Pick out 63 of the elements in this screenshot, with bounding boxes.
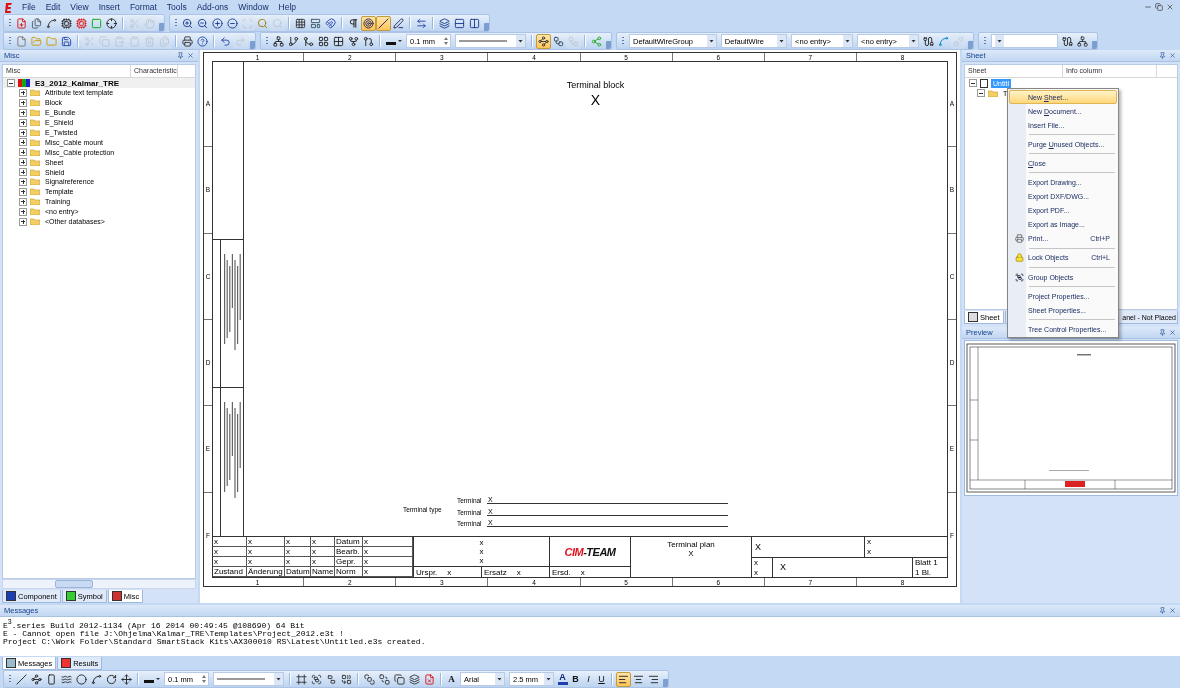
- menu-item[interactable]: Insert: [94, 1, 124, 13]
- title-block-cell: x: [247, 557, 285, 567]
- title-block-text: x: [479, 547, 484, 556]
- text-style-button[interactable]: B: [569, 671, 582, 687]
- title-block-cell: Zustand: [213, 567, 247, 577]
- menu-item[interactable]: File: [18, 1, 40, 13]
- menu-item[interactable]: Help: [274, 1, 301, 13]
- title-block-cell: x: [311, 537, 335, 547]
- sheet-number-label: Blatt 1: [915, 557, 939, 567]
- title-block-text: x: [479, 538, 484, 547]
- title-block-value: X: [779, 562, 786, 573]
- title-block-text: x: [754, 567, 759, 577]
- title-block-text: x: [754, 557, 759, 567]
- title-block-cell: x: [363, 567, 413, 577]
- sheet-count: 1 Bl.: [915, 567, 932, 577]
- title-block-cell: x: [213, 537, 247, 547]
- log-line: Project C:\Work Folder\Standard SmartStack Kits\AX300010 RS\Latest\Untitled.e3s created.: [3, 637, 427, 646]
- title-block-cell: x: [213, 557, 247, 567]
- field-label: Urspr.: [416, 567, 438, 577]
- title-block-cell: x: [213, 547, 247, 557]
- log-line: E$^{3}$.series Build 2012-1134 (Apr 16 2014 00:49:45 @108690) 64 Bit: [3, 618, 305, 630]
- title-block-value: X: [754, 540, 762, 554]
- menu-item[interactable]: Format: [125, 1, 161, 13]
- title-block-cell: x: [363, 537, 413, 547]
- menu-item[interactable]: Tools: [162, 1, 191, 13]
- title-block-cell: Name: [311, 567, 335, 577]
- field-label: Ersd.: [552, 567, 571, 577]
- title-block-cell: x: [363, 547, 413, 557]
- menu-item[interactable]: Window: [234, 1, 273, 13]
- title-block-cell: x: [247, 537, 285, 547]
- title-block-cell: x: [311, 547, 335, 557]
- field-value: x: [580, 567, 585, 577]
- title-block-cell: Norm: [335, 567, 363, 577]
- log-line: E - Cannot open file J:\Ohjelma\Kalmar_TRE\Templates\Project_2012.e3t !: [3, 629, 344, 638]
- menu-item[interactable]: Add-ons: [192, 1, 233, 13]
- text-style-button[interactable]: U: [595, 671, 608, 687]
- title-block-cell: Gepr.: [335, 557, 363, 567]
- text-style-button[interactable]: I: [582, 671, 595, 687]
- title-block-text: x: [479, 556, 484, 565]
- title-block-cell: Änderung: [247, 567, 285, 577]
- plan-title: Terminal plan: [666, 540, 716, 549]
- title-block-cell: Datum: [335, 537, 363, 547]
- title-block-cell: x: [285, 547, 311, 557]
- title-block-text: x: [867, 537, 872, 547]
- company-logo: CIM-TEAM: [563, 544, 617, 560]
- sheet-title-value: X: [590, 92, 601, 108]
- title-block-cell: x: [247, 547, 285, 557]
- menu-item[interactable]: View: [66, 1, 93, 13]
- text-color-button[interactable]: A: [556, 671, 569, 687]
- title-block-text: x: [867, 547, 872, 557]
- field-label: Ersatz: [484, 567, 507, 577]
- field-value: x: [447, 567, 452, 577]
- field-value: x: [516, 567, 521, 577]
- plan-value: X: [687, 549, 695, 558]
- menu-item[interactable]: Edit: [41, 1, 65, 13]
- title-block-cell: x: [311, 557, 335, 567]
- title-block-cell: x: [285, 557, 311, 567]
- title-block-cell: x: [363, 557, 413, 567]
- title-block-cell: x: [285, 537, 311, 547]
- text-style-button[interactable]: A: [445, 671, 458, 687]
- title-block-cell: Datum: [285, 567, 311, 577]
- title-block-cell: Bearb.: [335, 547, 363, 557]
- sheet-title: Terminal block: [566, 80, 625, 90]
